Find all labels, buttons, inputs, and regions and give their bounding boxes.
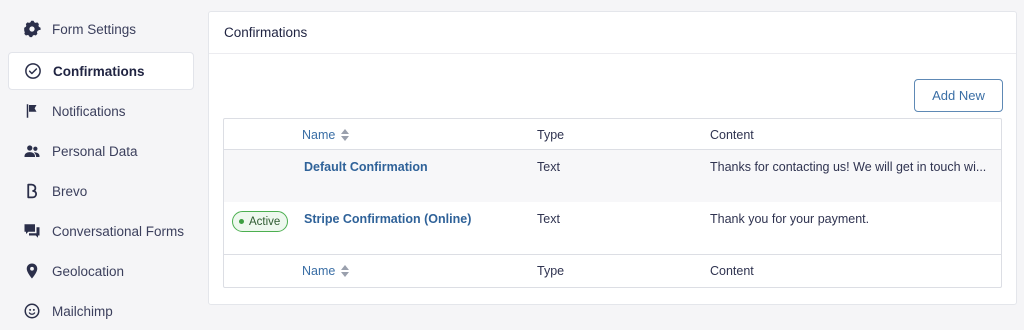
column-footer-content: Content [710, 264, 754, 278]
column-footer-type: Type [537, 264, 565, 278]
sidebar-item-mailchimp[interactable]: Mailchimp [8, 292, 194, 330]
sidebar-item-label: Form Settings [52, 21, 137, 37]
sidebar-item-conversational-forms[interactable]: Conversational Forms [8, 212, 194, 250]
table-row: Active Stripe Confirmation (Online) Text… [224, 202, 1001, 254]
add-new-button[interactable]: Add New [914, 79, 1003, 112]
confirmation-content: Thanks for contacting us! We will get in… [710, 160, 987, 174]
confirmation-type: Text [537, 160, 560, 174]
map-pin-icon [23, 262, 41, 280]
sidebar-item-label: Confirmations [53, 63, 145, 79]
sort-icon [341, 265, 350, 277]
sort-icon [341, 129, 350, 141]
sidebar-item-confirmations[interactable]: Confirmations [8, 52, 194, 90]
confirmation-name-link[interactable]: Default Confirmation [304, 160, 428, 174]
sidebar-item-label: Geolocation [52, 263, 125, 279]
sidebar-item-label: Mailchimp [52, 303, 113, 319]
status-dot-icon [239, 219, 244, 224]
panel-header: Confirmations [209, 12, 1016, 54]
confirmation-type: Text [537, 212, 560, 226]
brevo-icon [23, 182, 41, 200]
sidebar-item-geolocation[interactable]: Geolocation [8, 252, 194, 290]
confirmations-panel: Confirmations Add New Name Type Content … [208, 11, 1017, 305]
column-footer-name[interactable]: Name [302, 264, 350, 278]
gear-icon [23, 20, 41, 38]
column-header-type: Type [537, 128, 565, 142]
flag-icon [23, 102, 41, 120]
sidebar-item-label: Conversational Forms [52, 223, 185, 239]
status-badge: Active [232, 211, 289, 232]
sidebar-item-brevo[interactable]: Brevo [8, 172, 194, 210]
users-icon [23, 142, 41, 160]
settings-sidebar: Form Settings Confirmations Notification… [0, 0, 200, 330]
confirmation-content: Thank you for your payment. [710, 212, 870, 226]
column-header-content: Content [710, 128, 754, 142]
sidebar-item-form-settings[interactable]: Form Settings [8, 10, 194, 48]
confirmation-name-link[interactable]: Stripe Confirmation (Online) [304, 212, 471, 226]
chat-icon [23, 222, 41, 240]
check-circle-icon [24, 62, 42, 80]
sidebar-item-label: Brevo [52, 183, 88, 199]
confirmations-table: Name Type Content Default Confirmation T… [223, 118, 1002, 288]
sidebar-item-notifications[interactable]: Notifications [8, 92, 194, 130]
table-footer-row: Name Type Content [224, 254, 1001, 287]
sidebar-item-personal-data[interactable]: Personal Data [8, 132, 194, 170]
sidebar-item-label: Notifications [52, 103, 126, 119]
table-row: Default Confirmation Text Thanks for con… [224, 150, 1001, 202]
sidebar-item-label: Personal Data [52, 143, 138, 159]
table-header-row: Name Type Content [224, 119, 1001, 150]
mailchimp-icon [23, 302, 41, 320]
page-title: Confirmations [224, 25, 308, 40]
column-header-name[interactable]: Name [302, 128, 350, 142]
